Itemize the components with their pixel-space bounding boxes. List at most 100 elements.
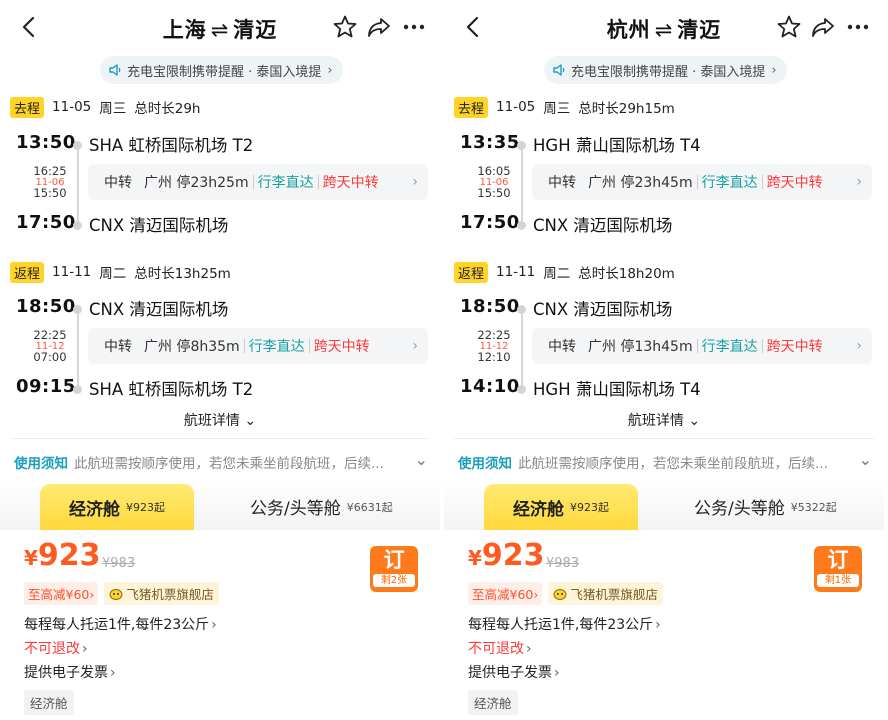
notice-text: 充电宝限制携带提醒 · 泰国入境提 — [127, 64, 322, 80]
transfer-card[interactable]: 中转 广州 停13h45m 行李直达 跨天中转 › — [532, 328, 872, 364]
transfer-label: 中转 — [104, 175, 132, 191]
separator — [252, 175, 254, 189]
departure-airport: HGH 萧山国际机场 T4 — [533, 136, 701, 155]
stop-departure-time: 15:50 — [477, 186, 511, 200]
discount-text: 至高减¥60 — [472, 587, 534, 602]
title-from: 上海 — [162, 18, 207, 42]
transfer-card[interactable]: 中转 广州 停23h25m 行李直达 跨天中转 › — [88, 164, 428, 200]
segment-badge: 返程 — [10, 261, 45, 283]
divider — [454, 438, 874, 439]
departure-time: 18:50 — [460, 296, 520, 317]
book-button[interactable]: 订剩1张 — [814, 546, 862, 592]
shop-name: 飞猪机票旗舰店 — [570, 587, 658, 602]
cabin-price: ¥923起 — [126, 501, 165, 514]
stop-arrival-time: 22:25 — [33, 328, 67, 342]
discount-tag[interactable]: 至高减¥60› — [468, 582, 543, 605]
segment-weekday: 周三 — [99, 101, 127, 117]
original-price: ¥983 — [102, 556, 136, 571]
timeline-dot — [73, 305, 82, 314]
segment-header: 去程 11-05 周三 总时长29h — [10, 96, 200, 118]
currency-symbol: ¥ — [24, 546, 38, 570]
flight-panel: 上海 ⇌ 清迈 充电宝限制携带提醒 · 泰国入境提 › 去程 11-05 周三 总时长29… — [0, 0, 440, 720]
departure-time: 13:50 — [16, 132, 76, 153]
arrival-time: 09:15 — [16, 376, 76, 397]
cabin-tabs: 经济舱 ¥923起 公务/头等舱 ¥5322起 — [444, 480, 884, 530]
segment-duration: 总时长29h — [134, 101, 201, 117]
arrival-airport: SHA 虹桥国际机场 T2 — [89, 380, 254, 399]
usage-notice[interactable]: 使用须知 此航班需按顺序使用，若您未乘坐前段航班，后续... ⌄ — [458, 452, 876, 472]
nav-bar: 杭州 ⇌ 清迈 — [444, 0, 884, 54]
book-label: 订 — [383, 548, 405, 572]
usage-notice-text: 此航班需按顺序使用，若您未乘坐前段航班，后续... — [518, 456, 828, 472]
chevron-down-icon: ⌄ — [683, 413, 701, 429]
tab-economy[interactable]: 经济舱 ¥923起 — [40, 484, 194, 530]
stop-times: 22:25 11-12 07:00 — [30, 328, 70, 363]
star-icon[interactable] — [776, 14, 802, 40]
tab-business-first[interactable]: 公务/头等舱 ¥6631起 — [250, 494, 393, 519]
title-to: 清迈 — [677, 18, 722, 42]
stop-arrival-time: 22:25 — [477, 328, 511, 342]
notice-banner[interactable]: 充电宝限制携带提醒 · 泰国入境提 › — [100, 56, 343, 84]
chevron-right-icon: › — [655, 617, 661, 633]
share-icon[interactable] — [366, 14, 392, 40]
discount-tag[interactable]: 至高减¥60› — [24, 582, 99, 605]
arrival-row: 09:15 SHA 虹桥国际机场 T2 — [0, 376, 440, 404]
separator — [761, 339, 763, 353]
chevron-right-icon: › — [110, 665, 116, 681]
refund-row[interactable]: 不可退改 › — [468, 638, 532, 658]
separator — [308, 339, 310, 353]
chevron-right-icon: › — [856, 174, 862, 190]
timeline-dot — [73, 141, 82, 150]
star-icon[interactable] — [332, 14, 358, 40]
chevron-right-icon: › — [412, 174, 418, 190]
transfer-card[interactable]: 中转 广州 停8h35m 行李直达 跨天中转 › — [88, 328, 428, 364]
invoice-row[interactable]: 提供电子发票 › — [24, 662, 116, 682]
book-label: 订 — [827, 548, 849, 572]
departure-row: 13:50 SHA 虹桥国际机场 T2 — [0, 132, 440, 160]
segment-header: 返程 11-11 周二 总时长13h25m — [10, 261, 231, 283]
arrival-row: 14:10 HGH 萧山国际机场 T4 — [444, 376, 884, 404]
transfer-card[interactable]: 中转 广州 停23h45m 行李直达 跨天中转 › — [532, 164, 872, 200]
baggage-row[interactable]: 每程每人托运1件,每件23公斤 › — [24, 614, 217, 634]
departure-row: 18:50 CNX 清迈国际机场 — [444, 296, 884, 324]
baggage-row[interactable]: 每程每人托运1件,每件23公斤 › — [468, 614, 661, 634]
arrival-time: 17:50 — [460, 212, 520, 233]
offer-card: ¥923 ¥983 订剩1张 至高减¥60› 飞猪机票旗舰店 每程每人托运1件,… — [454, 530, 874, 720]
more-icon[interactable] — [845, 14, 871, 40]
invoice-row[interactable]: 提供电子发票 › — [468, 662, 560, 682]
usage-notice-text: 此航班需按顺序使用，若您未乘坐前段航班，后续... — [74, 456, 384, 472]
arrival-row: 17:50 CNX 清迈国际机场 — [444, 212, 884, 240]
chevron-right-icon: › — [533, 587, 539, 602]
remaining-seats: 剩1张 — [817, 574, 859, 587]
chevron-down-icon: ⌄ — [239, 413, 257, 429]
chevron-right-icon: › — [89, 587, 95, 602]
transfer-label: 中转 — [548, 339, 576, 355]
segment-date: 11-05 — [52, 99, 92, 115]
refund-row[interactable]: 不可退改 › — [24, 638, 88, 658]
baggage-text: 每程每人托运1件,每件23公斤 — [468, 617, 654, 633]
flight-details-link[interactable]: 航班详情 ⌄ — [444, 410, 884, 430]
baggage-text: 每程每人托运1件,每件23公斤 — [24, 617, 210, 633]
cabin-tabs: 经济舱 ¥923起 公务/头等舱 ¥6631起 — [0, 480, 440, 530]
more-icon[interactable] — [401, 14, 427, 40]
notice-banner[interactable]: 充电宝限制携带提醒 · 泰国入境提 › — [544, 56, 787, 84]
flight-details-link[interactable]: 航班详情 ⌄ — [0, 410, 440, 430]
transfer-info: 广州 停13h45m — [588, 339, 693, 355]
price: ¥923 — [468, 538, 545, 573]
title-arrow: ⇌ — [654, 18, 674, 42]
timeline-dot — [517, 305, 526, 314]
tab-economy[interactable]: 经济舱 ¥923起 — [484, 484, 638, 530]
segment-weekday: 周三 — [543, 101, 571, 117]
share-icon[interactable] — [810, 14, 836, 40]
usage-notice[interactable]: 使用须知 此航班需按顺序使用，若您未乘坐前段航班，后续... ⌄ — [14, 452, 432, 472]
nav-bar: 上海 ⇌ 清迈 — [0, 0, 440, 54]
shop-tag[interactable]: 飞猪机票旗舰店 — [548, 582, 663, 605]
title-to: 清迈 — [233, 18, 278, 42]
shop-tag[interactable]: 飞猪机票旗舰店 — [104, 582, 219, 605]
tab-business-first[interactable]: 公务/头等舱 ¥5322起 — [694, 494, 837, 519]
overnight-transfer-tag: 跨天中转 — [322, 175, 379, 191]
book-button[interactable]: 订剩2张 — [370, 546, 418, 592]
luggage-through-tag: 行李直达 — [701, 175, 758, 191]
price-value: 923 — [37, 538, 101, 573]
chevron-down-icon: ⌄ — [858, 452, 872, 469]
